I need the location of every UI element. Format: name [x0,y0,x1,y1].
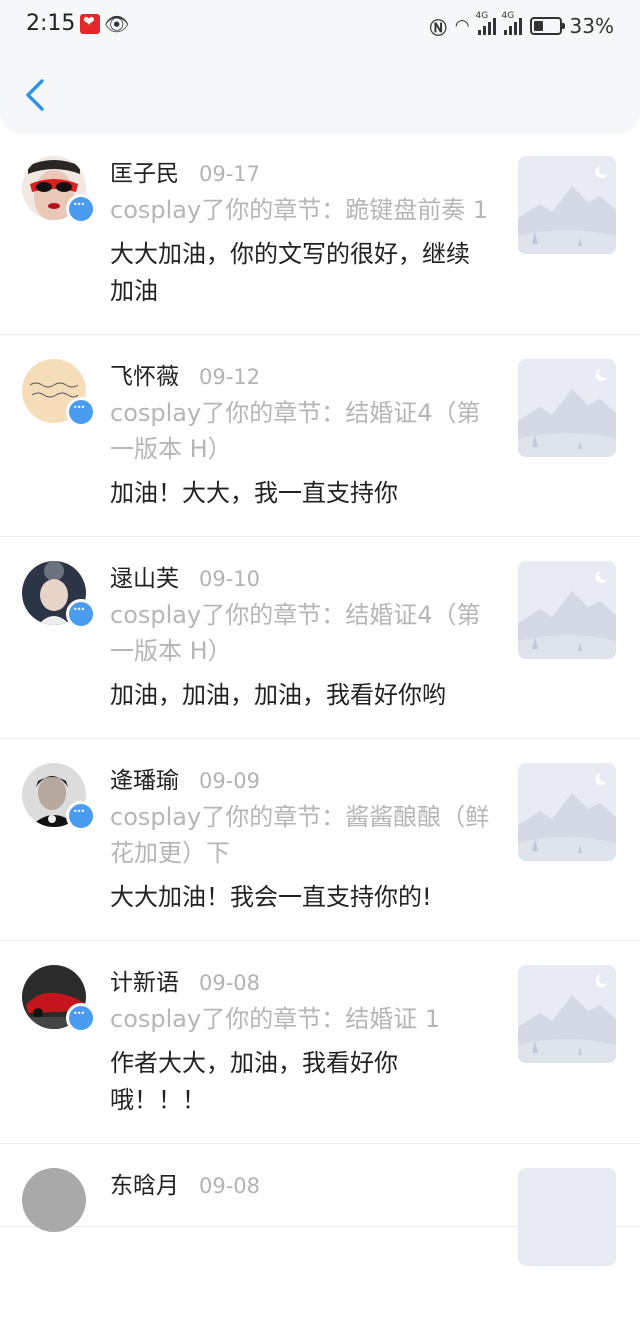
comment-list: 匡子民 09-17 cosplay了你的章节：跪键盘前奏 1 大大加油，你的文写… [0,132,640,1266]
comment-date: 09-09 [199,769,261,793]
mountain-placeholder-icon [518,763,616,861]
comment-date: 09-12 [199,365,261,389]
chapter-thumbnail[interactable] [518,1168,616,1266]
comment-badge-icon [66,397,96,427]
comment-text: 作者大大，加油，我看好你哦！！！ [110,1049,398,1114]
list-item[interactable]: 逯山芙 09-10 cosplay了你的章节：结婚证4（第一版本 H） 加油，加… [0,537,640,739]
signal-icon-1: 4G [476,11,496,35]
list-item[interactable]: 计新语 09-08 cosplay了你的章节：结婚证 1 作者大大，加油，我看好… [0,941,640,1144]
mountain-placeholder-icon [518,156,616,254]
comment-text: 加油！大大，我一直支持你 [110,479,398,507]
comment-text: 大大加油，你的文写的很好，继续加油 [110,240,470,305]
nfc-icon: Ⓝ [429,18,447,39]
mountain-placeholder-icon [518,359,616,457]
eye-icon: 👁 [104,12,130,36]
mountain-placeholder-icon [518,965,616,1063]
top-nav [0,52,640,132]
app-notification-icon [80,14,100,34]
status-time: 2:15 [26,11,76,36]
chapter-thumbnail[interactable] [518,561,616,659]
chapter-ref: cosplay了你的章节：结婚证4（第一版本 H） [110,601,481,665]
comment-date: 09-08 [199,1174,261,1198]
chapter-ref: cosplay了你的章节：酱酱酿酿（鲜花加更）下 [110,803,490,867]
chapter-ref: cosplay了你的章节：跪键盘前奏 1 [110,196,489,224]
battery-percent: 33% [569,14,614,38]
comment-badge-icon [66,1003,96,1033]
chapter-ref: cosplay了你的章节：结婚证 1 [110,1005,441,1033]
user-name[interactable]: 匡子民 [110,154,179,188]
comment-badge-icon [66,801,96,831]
chapter-thumbnail[interactable] [518,763,616,861]
mountain-placeholder-icon [518,1168,616,1266]
list-item[interactable]: 飞怀薇 09-12 cosplay了你的章节：结婚证4（第一版本 H） 加油！大… [0,335,640,537]
status-right: Ⓝ ◠ 4G 4G 33% [429,11,614,40]
chapter-thumbnail[interactable] [518,965,616,1063]
signal-icon-2: 4G [502,11,522,35]
user-name[interactable]: 飞怀薇 [110,357,179,391]
list-item[interactable]: 东晗月 09-08 [0,1144,640,1266]
wifi-icon: ◠ [454,16,470,36]
battery-icon [529,17,565,35]
list-item[interactable]: 逄璠瑜 09-09 cosplay了你的章节：酱酱酿酿（鲜花加更）下 大大加油！… [0,739,640,941]
user-name[interactable]: 东晗月 [110,1166,179,1200]
status-bar: 2:15 👁 Ⓝ ◠ 4G 4G 33% [0,0,640,52]
mountain-placeholder-icon [518,561,616,659]
user-name[interactable]: 计新语 [110,963,179,997]
chapter-thumbnail[interactable] [518,156,616,254]
chapter-thumbnail[interactable] [518,359,616,457]
comment-date: 09-10 [199,567,261,591]
comment-badge-icon [66,194,96,224]
list-item[interactable]: 匡子民 09-17 cosplay了你的章节：跪键盘前奏 1 大大加油，你的文写… [0,132,640,335]
chapter-ref: cosplay了你的章节：结婚证4（第一版本 H） [110,399,481,463]
avatar[interactable] [22,1168,86,1232]
chevron-left-icon[interactable] [22,78,50,112]
comment-badge-icon [66,599,96,629]
comment-text: 大大加油！我会一直支持你的! [110,883,432,911]
comment-date: 09-08 [199,971,261,995]
user-name[interactable]: 逄璠瑜 [110,761,179,795]
user-name[interactable]: 逯山芙 [110,559,179,593]
comment-date: 09-17 [199,162,261,186]
comment-text: 加油，加油，加油，我看好你哟 [110,681,446,709]
